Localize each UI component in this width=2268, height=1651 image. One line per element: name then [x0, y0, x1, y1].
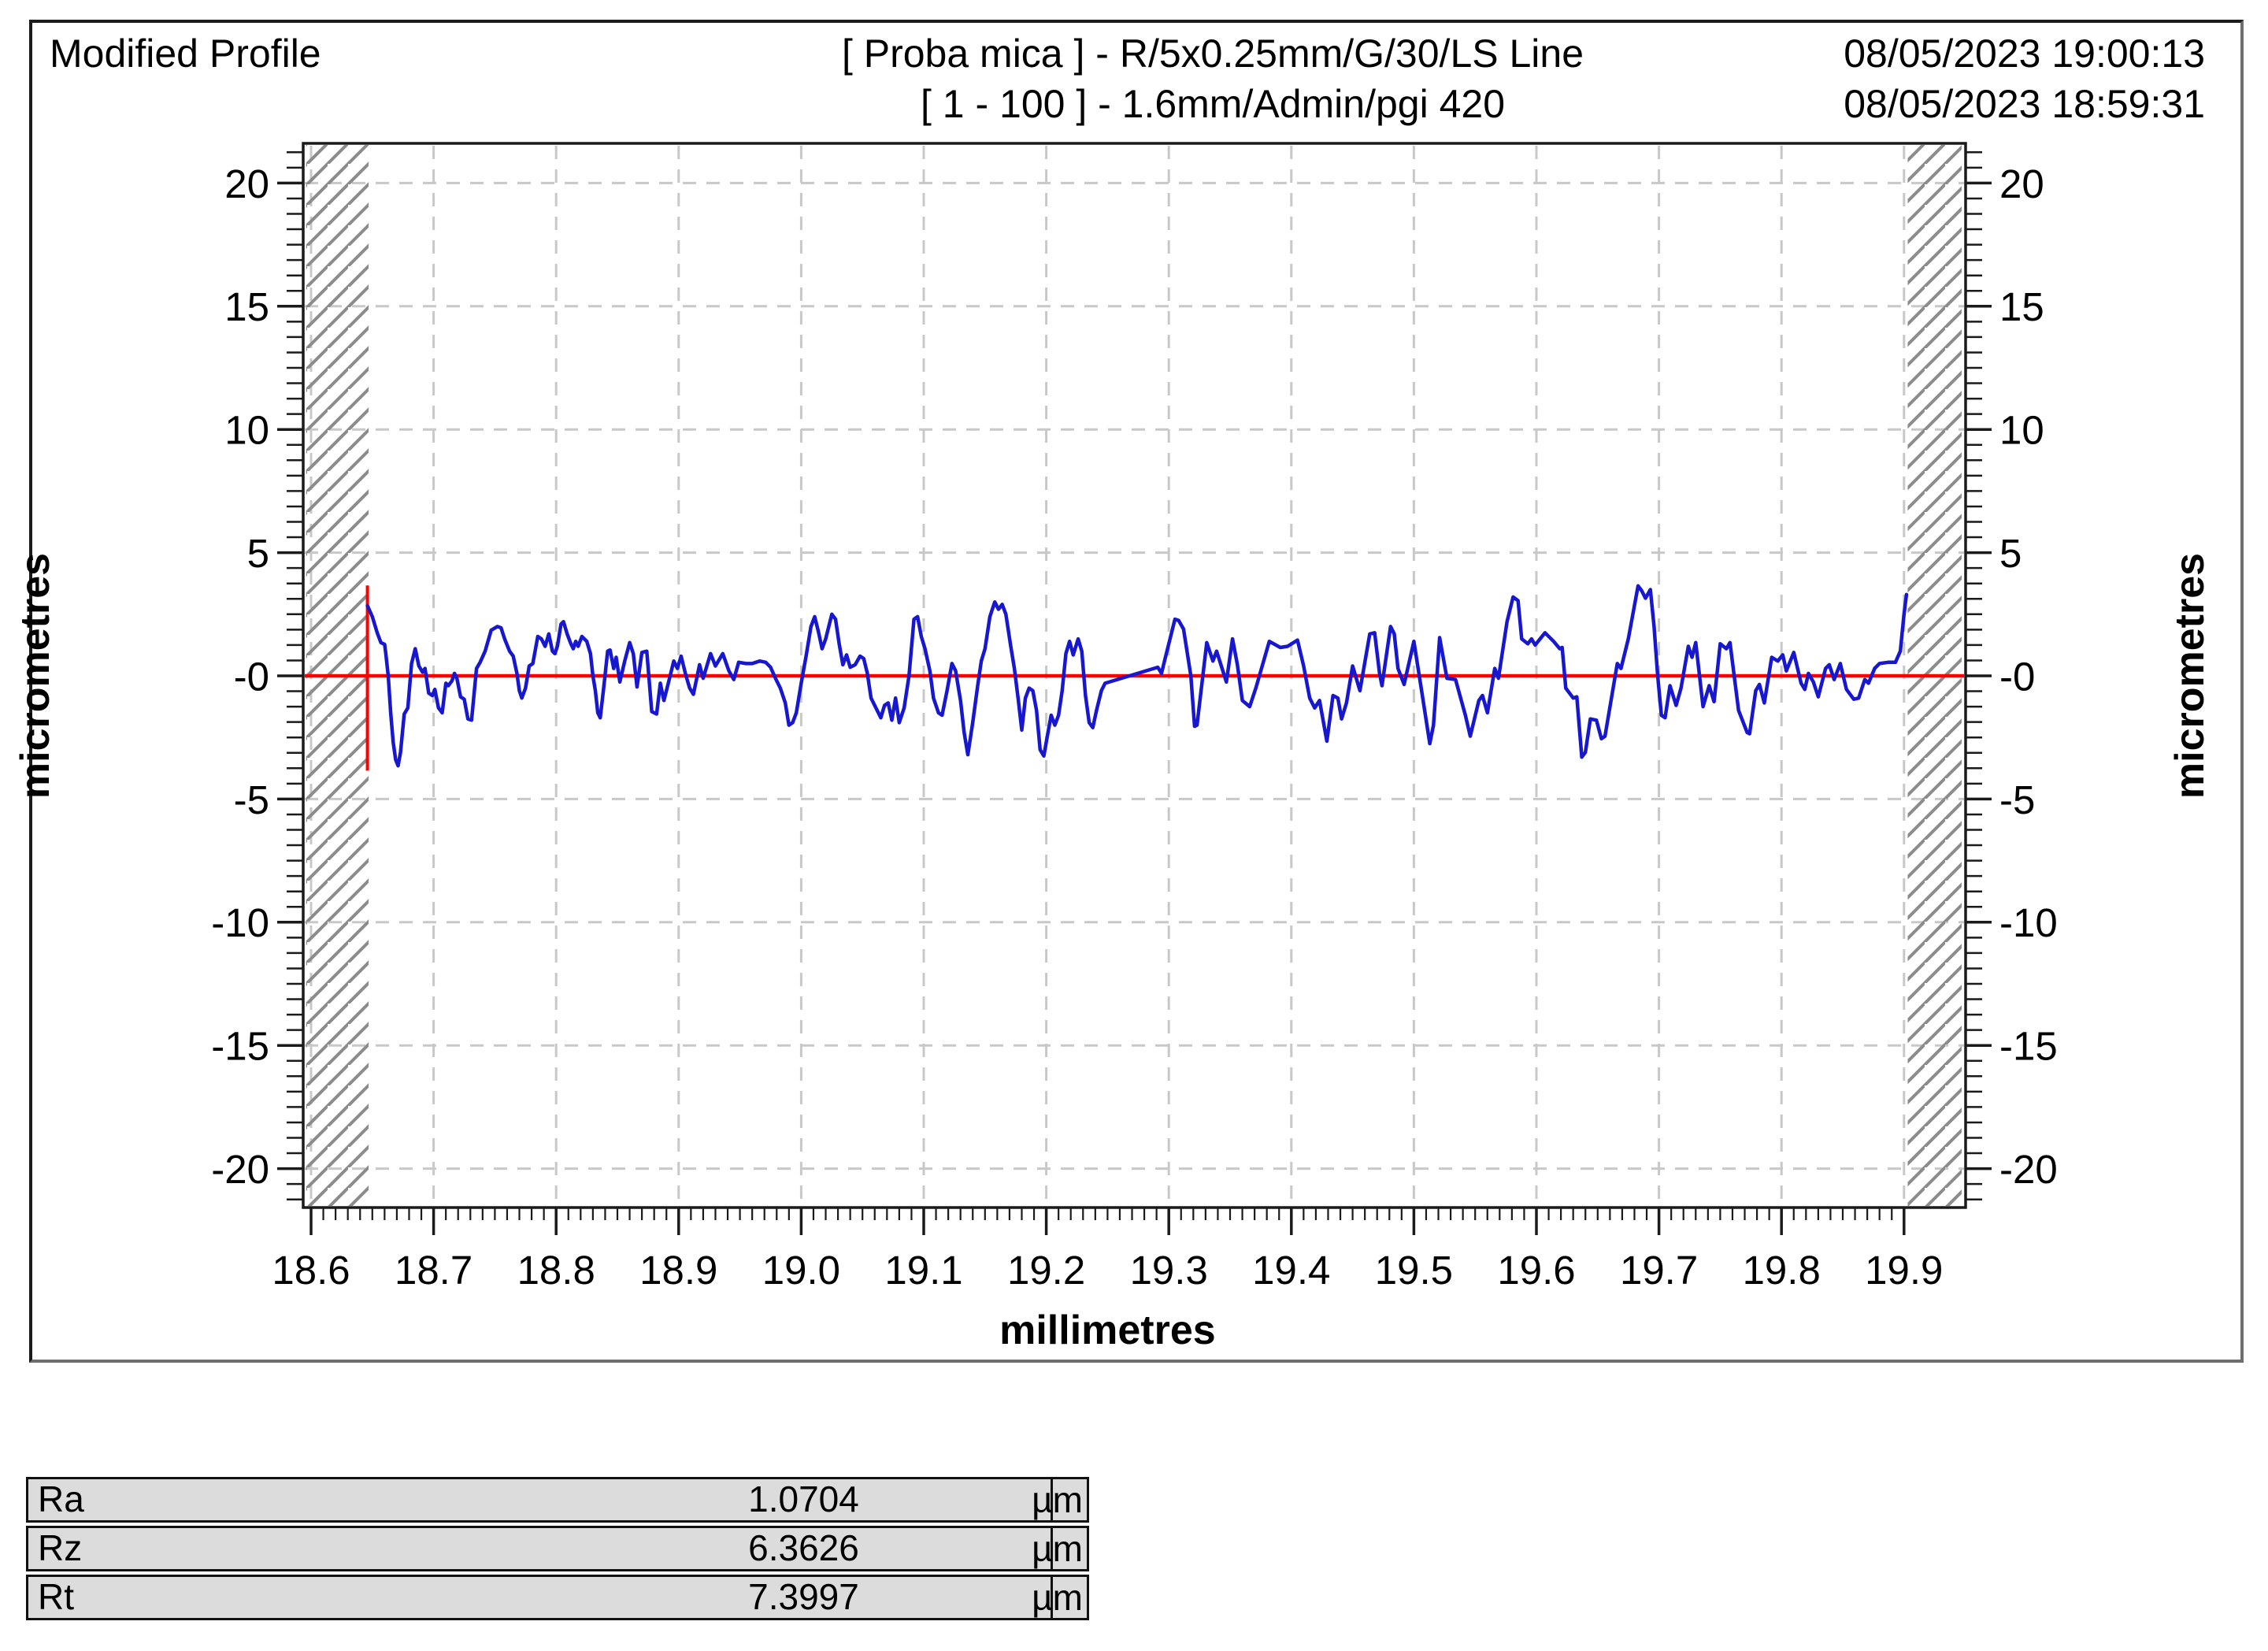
y-tick-label: 15: [1999, 284, 2044, 329]
timestamp-print: 08/05/2023 19:00:13: [1844, 32, 2205, 76]
y-tick-label: -0: [234, 654, 269, 699]
y-tick-label: -20: [1999, 1147, 2058, 1192]
timestamp-measure: 08/05/2023 18:59:31: [1844, 82, 2205, 126]
x-tick-label: 18.6: [272, 1248, 350, 1293]
y-tick-label: -0: [1999, 654, 2035, 699]
x-tick-label: 18.9: [639, 1248, 717, 1293]
y-tick-label: -15: [211, 1024, 269, 1069]
param-value: 1.0704: [748, 1478, 859, 1519]
table-row: Ra 1.0704 µm: [26, 1477, 1089, 1523]
param-value: 7.3997: [748, 1575, 859, 1617]
profilometer-report: 20 20 15 15 10 10 5 5 -0 -0 -5 -5 -10 -10 -15 -15 -20 -20…: [0, 0, 2268, 1651]
param-unit: µm: [1032, 1577, 1087, 1618]
y-axis-title-left: micrometres: [13, 553, 58, 799]
y-tick-label: 15: [224, 284, 269, 329]
y-tick-label: 5: [1999, 531, 2022, 576]
y-tick-label: -15: [1999, 1024, 2058, 1069]
x-tick-label: 19.0: [762, 1248, 840, 1293]
x-tick-label: 19.3: [1130, 1248, 1208, 1293]
y-tick-label: -20: [211, 1147, 269, 1192]
x-tick-label: 19.8: [1743, 1248, 1821, 1293]
x-tick-label: 19.6: [1497, 1248, 1575, 1293]
y-tick-label: -10: [211, 900, 269, 945]
param-name: Ra: [38, 1478, 84, 1519]
x-tick-label: 19.2: [1007, 1248, 1085, 1293]
param-unit: µm: [1032, 1479, 1087, 1520]
page-title: Modified Profile: [50, 32, 321, 76]
table-row: Rz 6.3626 µm: [26, 1526, 1089, 1571]
measurement-header-line1: [ Proba mica ] - R/5x0.25mm/G/30/LS Line: [841, 32, 1584, 76]
y-tick-label: 10: [224, 408, 269, 453]
param-unit: µm: [1032, 1528, 1087, 1569]
x-tick-label: 19.7: [1620, 1248, 1698, 1293]
results-table: Ra 1.0704 µm Rz 6.3626 µm Rt 7.3997 µm: [26, 1477, 1089, 1623]
param-name: Rt: [38, 1575, 74, 1617]
x-tick-label: 19.9: [1865, 1248, 1943, 1293]
y-tick-label: 5: [247, 531, 269, 576]
x-tick-label: 18.8: [517, 1248, 595, 1293]
x-axis-title: millimetres: [999, 1308, 1216, 1353]
x-tick-label: 19.5: [1375, 1248, 1453, 1293]
x-tick-label: 18.7: [395, 1248, 472, 1293]
y-tick-label: -5: [234, 777, 269, 822]
table-row: Rt 7.3997 µm: [26, 1575, 1089, 1620]
y-tick-label: -10: [1999, 900, 2058, 945]
x-tick-label: 19.4: [1252, 1248, 1330, 1293]
profile-plot: 20 20 15 15 10 10 5 5 -0 -0 -5 -5 -10 -10 -15 -15 -20 -20…: [13, 142, 2213, 1353]
param-value: 6.3626: [748, 1527, 859, 1568]
y-axis-title-right: micrometres: [2167, 553, 2213, 799]
x-tick-label: 19.1: [884, 1248, 962, 1293]
y-tick-label: -5: [1999, 777, 2035, 822]
param-name: Rz: [38, 1527, 83, 1568]
y-tick-label: 10: [1999, 408, 2044, 453]
measurement-header-line2: [ 1 - 100 ] - 1.6mm/Admin/pgi 420: [920, 82, 1506, 126]
y-tick-label: 20: [1999, 161, 2044, 206]
y-tick-label: 20: [224, 161, 269, 206]
